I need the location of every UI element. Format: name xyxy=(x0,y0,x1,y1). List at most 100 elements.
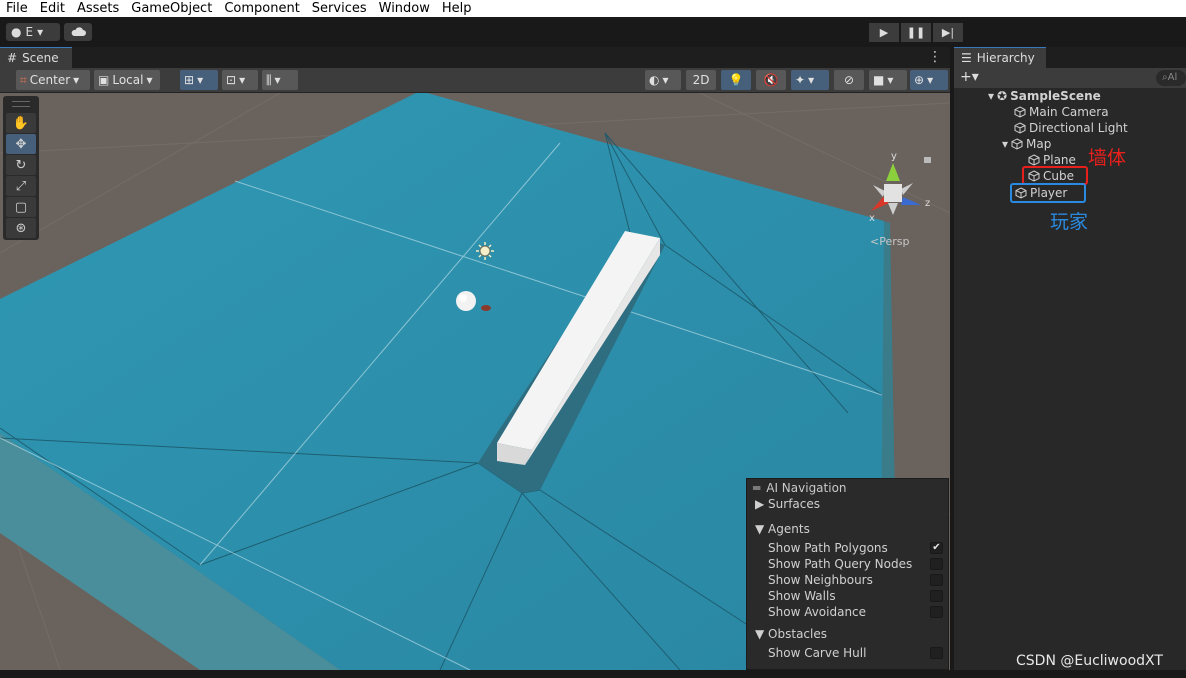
draw-mode-dropdown[interactable]: ◐ ▾ xyxy=(645,70,681,90)
space-dropdown[interactable]: ▣ Local ▾ xyxy=(94,70,160,90)
scale-tool-icon[interactable]: ⤢ xyxy=(6,176,36,196)
drag-handle-icon: ═ xyxy=(753,481,761,495)
cube-icon xyxy=(1028,169,1040,182)
status-bar xyxy=(0,670,1186,678)
transform-tool-icon[interactable]: ⊛ xyxy=(6,218,36,238)
audio-toggle[interactable]: 🔇 xyxy=(756,70,786,90)
play-icon: ▶ xyxy=(879,26,889,39)
hierarchy-search[interactable]: ⌕Al xyxy=(1156,70,1186,86)
increment-snap-button[interactable]: ⫼ ▾ xyxy=(262,70,298,90)
menu-assets[interactable]: Assets xyxy=(71,0,125,17)
tab-scene[interactable]: # Scene xyxy=(0,47,72,68)
shading-icon: ◐ xyxy=(649,73,660,87)
show-walls-checkbox[interactable] xyxy=(930,590,943,602)
chevron-down-icon: ▾ xyxy=(239,73,246,87)
account-label: E xyxy=(25,25,34,39)
space-label: Local xyxy=(112,73,144,87)
menu-file[interactable]: File xyxy=(0,0,34,17)
hierarchy-item-player[interactable]: Player xyxy=(1010,183,1086,203)
tool-strip: ✋ ✥ ↻ ⤢ ▢ ⊛ xyxy=(3,96,39,240)
grid-visibility-icon: ⊡ xyxy=(226,73,237,87)
hierarchy-tabbar: ☰ Hierarchy xyxy=(954,47,1186,68)
grid-snap-button[interactable]: ⊞ ▾ xyxy=(180,70,218,90)
axis-x-label: x xyxy=(869,213,875,224)
rect-tool-icon[interactable]: ▢ xyxy=(6,197,36,217)
show-walls-label: Show Walls xyxy=(768,589,836,603)
show-path-query-nodes-checkbox[interactable] xyxy=(930,558,943,570)
main-toolbar: ● E ▾ ▶ ❚❚ ▶| xyxy=(0,17,1186,47)
show-avoidance-checkbox[interactable] xyxy=(930,606,943,618)
hand-tool-icon[interactable]: ✋ xyxy=(6,113,36,133)
show-carve-hull-checkbox[interactable] xyxy=(930,647,943,659)
scene-viewport[interactable]: y x z <Persp ✋ ✥ ↻ ⤢ ▢ ⊛ ═ AI Navigation… xyxy=(0,93,950,670)
unity-scene-icon: ✪ xyxy=(997,89,1008,103)
cube-icon xyxy=(1015,187,1027,199)
account-dropdown[interactable]: ● E ▾ xyxy=(6,23,60,41)
tab-hierarchy-label: Hierarchy xyxy=(976,51,1035,65)
agents-foldout[interactable]: ▼ Agents xyxy=(755,522,810,536)
grid-icon: # xyxy=(7,51,18,65)
lighting-toggle[interactable]: 💡 xyxy=(721,70,751,90)
menu-component[interactable]: Component xyxy=(218,0,305,17)
chevron-down-icon: ▾ xyxy=(73,73,80,87)
hierarchy-item-directional-light[interactable]: Directional Light xyxy=(1014,120,1128,136)
show-path-polygons-checkbox[interactable]: ✔ xyxy=(930,542,943,554)
cube-icon xyxy=(1014,122,1026,134)
grid-visibility-button[interactable]: ⊡ ▾ xyxy=(222,70,258,90)
menu-help[interactable]: Help xyxy=(436,0,478,17)
surfaces-foldout[interactable]: ▶ Surfaces xyxy=(755,497,820,511)
chevron-down-icon: ▾ xyxy=(887,73,894,87)
show-path-query-nodes-label: Show Path Query Nodes xyxy=(768,557,913,571)
camera-dropdown[interactable]: ■ ▾ xyxy=(869,70,907,90)
hierarchy-panel: ☰ Hierarchy +▾ ⌕Al ▾ ✪ SampleScene Main … xyxy=(954,47,1186,670)
chevron-down-icon: ▾ xyxy=(927,73,934,87)
2d-toggle[interactable]: 2D xyxy=(686,70,716,90)
chevron-down-icon: ▾ xyxy=(197,73,204,87)
play-button[interactable]: ▶ xyxy=(869,23,899,42)
cube-icon xyxy=(1014,106,1026,118)
show-path-polygons-label: Show Path Polygons xyxy=(768,541,888,555)
cloud-button[interactable] xyxy=(64,23,92,41)
add-icon[interactable]: +▾ xyxy=(960,69,979,85)
ai-navigation-overlay: ═ AI Navigation ▶ Surfaces ▼ Agents Show… xyxy=(746,478,949,670)
step-button[interactable]: ▶| xyxy=(933,23,963,42)
local-cube-icon: ▣ xyxy=(98,73,110,87)
axis-z-label: z xyxy=(925,198,931,209)
menu-edit[interactable]: Edit xyxy=(34,0,71,17)
item-label: Directional Light xyxy=(1029,121,1128,135)
move-tool-icon[interactable]: ✥ xyxy=(6,134,36,154)
eye-off-icon: ⊘ xyxy=(843,73,855,87)
hierarchy-item-map[interactable]: ▾ Map xyxy=(1002,136,1051,152)
show-neighbours-checkbox[interactable] xyxy=(930,574,943,586)
chevron-down-icon: ▾ xyxy=(662,73,669,87)
tab-hierarchy[interactable]: ☰ Hierarchy xyxy=(954,47,1046,68)
item-label: Player xyxy=(1030,186,1068,200)
cube-icon xyxy=(1028,154,1040,166)
menu-gameobject[interactable]: GameObject xyxy=(125,0,218,17)
hierarchy-scene-row[interactable]: ▾ ✪ SampleScene xyxy=(988,88,1101,104)
overlay-title-bar[interactable]: ═ AI Navigation xyxy=(747,479,948,497)
obstacles-foldout[interactable]: ▼ Obstacles xyxy=(755,627,827,641)
menu-window[interactable]: Window xyxy=(373,0,436,17)
more-options-icon[interactable]: ⋮ xyxy=(928,49,942,65)
scene-panel: # Scene ⋮ ⌗ Center ▾ ▣ Local ▾ ⊞ ▾ ⊡ ▾ ⫼ ▾ … xyxy=(0,47,950,670)
hidden-objects-toggle[interactable]: ⊘ xyxy=(834,70,864,90)
effects-dropdown[interactable]: ✦ ▾ xyxy=(791,70,829,90)
pivot-dropdown[interactable]: ⌗ Center ▾ xyxy=(16,70,90,90)
drag-handle[interactable] xyxy=(12,101,30,107)
gizmos-dropdown[interactable]: ⊕ ▾ xyxy=(910,70,948,90)
pause-button[interactable]: ❚❚ xyxy=(901,23,931,42)
menu-bar: File Edit Assets GameObject Component Se… xyxy=(0,0,1186,17)
lightbulb-icon: 💡 xyxy=(728,73,744,87)
2d-label: 2D xyxy=(692,73,710,87)
tab-scene-label: Scene xyxy=(22,51,59,65)
rotate-tool-icon[interactable]: ↻ xyxy=(6,155,36,175)
overlay-title: AI Navigation xyxy=(766,481,847,495)
hierarchy-item-main-camera[interactable]: Main Camera xyxy=(1014,104,1109,120)
search-placeholder: Al xyxy=(1167,72,1178,83)
agents-label: Agents xyxy=(768,522,810,536)
effects-icon: ✦ xyxy=(795,73,806,87)
list-icon: ☰ xyxy=(961,51,972,65)
projection-label[interactable]: <Persp xyxy=(870,235,909,248)
menu-services[interactable]: Services xyxy=(306,0,373,17)
